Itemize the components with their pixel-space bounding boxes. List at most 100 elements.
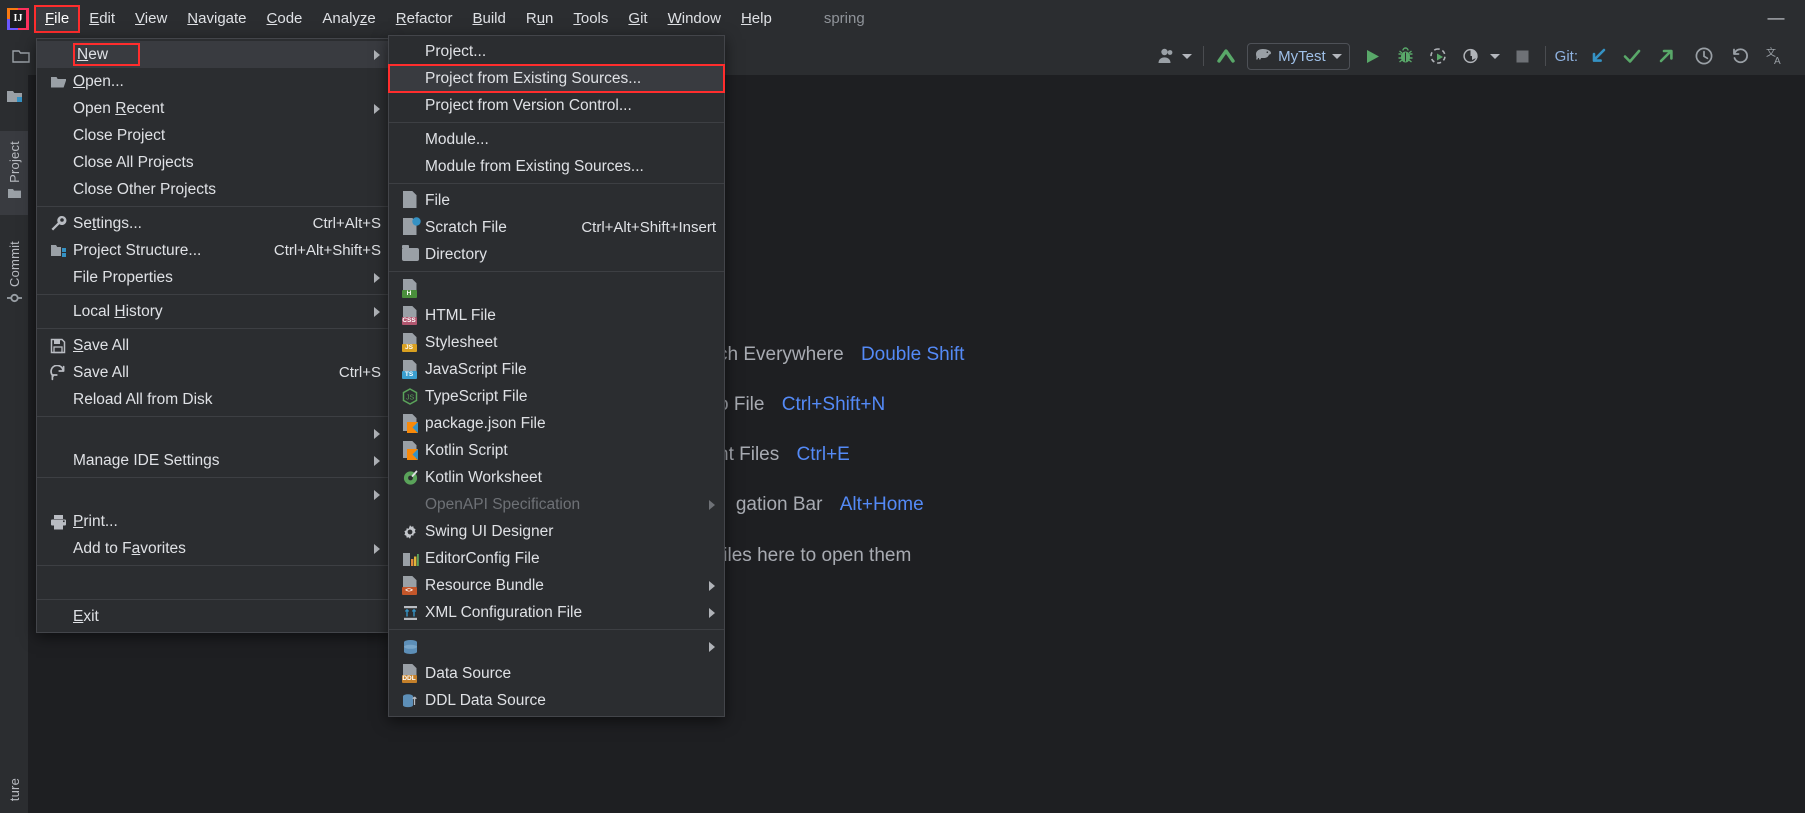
menu-file[interactable]: File (33, 4, 81, 33)
stop-square-icon[interactable] (1510, 43, 1536, 69)
user-avatar-icon[interactable] (1154, 43, 1180, 69)
menu-item-reload-all-from-disk-label: Save All (73, 363, 130, 381)
git-commit-check-icon[interactable] (1619, 43, 1645, 69)
submenu-item-file[interactable]: File (389, 187, 724, 214)
submenu-item-scratch-file[interactable]: Scratch File Ctrl+Alt+Shift+Insert (389, 214, 724, 241)
submenu-item-project[interactable]: Project... (389, 38, 724, 65)
submenu-item-javascript-file[interactable]: JS Stylesheet (389, 329, 724, 356)
menu-run[interactable]: Run (517, 7, 563, 31)
hint-shortcut: Alt+Home (839, 494, 924, 515)
file-menu-popup: New Open... Open Recent Close Project Cl… (36, 38, 390, 633)
menu-item-settings[interactable]: Settings... Ctrl+Alt+S (37, 210, 389, 237)
menu-item-open-label: Open... (73, 72, 124, 90)
git-push-arrow-icon[interactable] (1653, 43, 1679, 69)
menu-git[interactable]: Git (619, 7, 656, 31)
menu-separator (37, 599, 389, 600)
profiler-caret-icon[interactable] (1489, 53, 1500, 59)
menu-item-close-all-projects[interactable]: Close All Projects (37, 149, 389, 176)
project-icon (7, 187, 22, 205)
git-pull-arrow-icon[interactable] (1585, 43, 1611, 69)
submenu-item-data-source-from-url[interactable]: DDL Data Source (389, 687, 724, 714)
submenu-arrow-icon (709, 607, 715, 618)
debug-bug-icon[interactable] (1393, 43, 1419, 69)
menu-item-file-properties[interactable]: File Properties (37, 264, 389, 291)
wrench-icon (43, 214, 73, 234)
open-project-folder-icon[interactable] (8, 43, 34, 69)
menu-analyze[interactable]: Analyze (313, 7, 384, 31)
submenu-item-project-from-existing-sources[interactable]: Project from Existing Sources... (388, 64, 725, 93)
sidebar-item-commit[interactable]: Commit (0, 231, 28, 320)
history-clock-icon[interactable] (1691, 43, 1717, 69)
menu-item-new-projects-settings[interactable]: Manage IDE Settings (37, 447, 389, 474)
menu-item-new[interactable]: New (37, 41, 389, 68)
toolbar-divider-2 (1544, 46, 1546, 66)
submenu-item-kotlin-script[interactable]: package.json File (389, 410, 724, 437)
menu-item-save-all[interactable]: Save All (37, 332, 389, 359)
profiler-icon[interactable] (1459, 43, 1485, 69)
sidebar-item-project-top[interactable] (0, 75, 28, 115)
menu-item-open-recent[interactable]: Open Recent (37, 95, 389, 122)
update-project-arrow-icon[interactable] (1213, 43, 1239, 69)
menu-help[interactable]: Help (732, 7, 781, 31)
run-play-icon[interactable] (1360, 43, 1386, 69)
menu-refactor[interactable]: Refactor (387, 7, 462, 31)
submenu-item-typescript-file[interactable]: TS JavaScript File (389, 356, 724, 383)
menu-item-project-structure[interactable]: Project Structure... Ctrl+Alt+Shift+S (37, 237, 389, 264)
run-configuration-selector[interactable]: MyTest (1247, 42, 1350, 70)
undo-arrow-icon[interactable] (1727, 43, 1753, 69)
submenu-item-stylesheet[interactable]: CSS HTML File (389, 302, 724, 329)
submenu-item-editorconfig-file[interactable]: Swing UI Designer (389, 518, 724, 545)
menu-separator (37, 477, 389, 478)
menu-item-close-project[interactable]: Close Project (37, 122, 389, 149)
translate-icon[interactable]: 文 A (1763, 43, 1789, 69)
sidebar-item-structure[interactable]: ture (0, 772, 28, 807)
menu-item-power-save-mode[interactable] (37, 569, 389, 596)
gear-icon (395, 522, 425, 542)
menu-build[interactable]: Build (463, 7, 514, 31)
submenu-item-data-source[interactable] (389, 633, 724, 660)
menu-navigate[interactable]: Navigate (178, 7, 255, 31)
submenu-item-html-file[interactable]: H (389, 275, 724, 302)
account-caret-icon[interactable] (1182, 53, 1193, 59)
submenu-item-swing-ui-designer-label: OpenAPI Specification (425, 495, 581, 513)
submenu-item-project-from-version-control[interactable]: Project from Version Control... (389, 92, 724, 119)
menu-edit[interactable]: Edit (80, 7, 124, 31)
menu-item-invalidate-caches[interactable]: Reload All from Disk (37, 386, 389, 413)
submenu-item-diagram[interactable]: XML Configuration File (389, 599, 724, 626)
submenu-item-file-label: File (425, 191, 450, 209)
menu-item-close-other-projects[interactable]: Close Other Projects (37, 176, 389, 203)
submenu-item-ddl-data-source[interactable]: DDL Data Source (389, 660, 724, 687)
submenu-item-openapi-specification[interactable]: Kotlin Worksheet (389, 464, 724, 491)
nodejs-package-icon: JS (395, 387, 425, 407)
menu-item-export[interactable] (37, 481, 389, 508)
submenu-item-kotlin-worksheet[interactable]: Kotlin Script (389, 437, 724, 464)
reload-refresh-icon (43, 363, 73, 383)
sidebar-item-project[interactable]: Project (0, 131, 28, 215)
menu-item-open[interactable]: Open... (37, 68, 389, 95)
menu-view[interactable]: View (126, 7, 176, 31)
submenu-item-javascript-file-label: Stylesheet (425, 333, 498, 351)
run-config-caret-icon[interactable] (1331, 53, 1342, 59)
submenu-item-package-json-file[interactable]: JS TypeScript File (389, 383, 724, 410)
submenu-item-module[interactable]: Module... (389, 126, 724, 153)
menu-code[interactable]: Code (258, 7, 312, 31)
menu-item-manage-ide-settings[interactable] (37, 420, 389, 447)
run-with-coverage-icon[interactable] (1426, 43, 1452, 69)
submenu-item-module-from-existing-sources[interactable]: Module from Existing Sources... (389, 153, 724, 180)
submenu-item-directory[interactable]: Directory (389, 241, 724, 268)
new-submenu-popup: Project... Project from Existing Sources… (388, 35, 725, 717)
menu-tools[interactable]: Tools (564, 7, 617, 31)
menu-window[interactable]: Window (659, 7, 730, 31)
minimize-button[interactable]: — (1767, 9, 1785, 27)
submenu-item-xml-configuration-file-label: Resource Bundle (425, 576, 544, 594)
intellij-logo-icon: IJ (7, 7, 29, 30)
submenu-item-xml-configuration-file[interactable]: <> Resource Bundle (389, 572, 724, 599)
menu-item-local-history[interactable]: Local History (37, 298, 389, 325)
menu-item-add-to-favorites[interactable]: Add to Favorites (37, 535, 389, 562)
menu-item-print[interactable]: Print... (37, 508, 389, 535)
menu-item-close-other-projects-label: Close Other Projects (73, 180, 216, 198)
submenu-item-resource-bundle[interactable]: EditorConfig File (389, 545, 724, 572)
blank-icon (43, 451, 73, 471)
menu-item-reload-all-from-disk[interactable]: Save All Ctrl+S (37, 359, 389, 386)
menu-item-exit[interactable]: Exit (37, 603, 389, 630)
